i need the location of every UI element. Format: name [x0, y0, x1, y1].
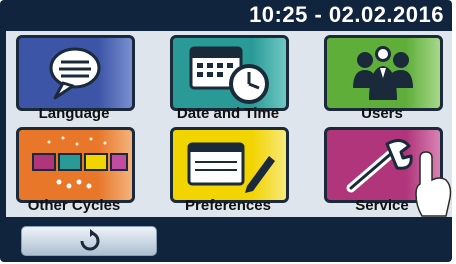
- calendar-clock-icon: [189, 46, 269, 104]
- tile-label-preferences: Preferences: [185, 197, 271, 214]
- tile-label-language: Language: [38, 105, 110, 122]
- tile-label-date-time: Date and Time: [176, 105, 280, 122]
- tile-other-cycles[interactable]: Other Cycles: [10, 123, 138, 215]
- tile-label-other-cycles: Other Cycles: [27, 197, 121, 214]
- date-time-tile-art: [170, 35, 289, 111]
- menu-panel: Language Date and Time Users Other Cycle…: [6, 31, 452, 217]
- users-tile-art: [324, 35, 443, 111]
- tile-date-time[interactable]: Date and Time: [164, 31, 292, 123]
- speech-bubble-icon: [49, 47, 101, 100]
- other-cycles-tile-art: [16, 127, 135, 203]
- back-button[interactable]: [21, 226, 157, 256]
- pen-printer-icon: [187, 142, 275, 193]
- tile-preferences[interactable]: Preferences: [164, 123, 292, 215]
- rotate-back-icon: [80, 229, 100, 251]
- touch-screen: 10:25 - 02.02.2016 Language Date and Tim…: [0, 0, 452, 262]
- pointing-hand-icon: [415, 151, 452, 217]
- datetime-display: 10:25 - 02.02.2016: [249, 2, 444, 27]
- wash-cycles-icon: [32, 136, 128, 189]
- users-group-icon: [353, 46, 413, 100]
- preferences-tile-art: [170, 127, 289, 203]
- tile-label-users: Users: [361, 105, 403, 122]
- tile-language[interactable]: Language: [10, 31, 138, 123]
- language-tile-art: [16, 35, 135, 111]
- tile-users[interactable]: Users: [318, 31, 446, 123]
